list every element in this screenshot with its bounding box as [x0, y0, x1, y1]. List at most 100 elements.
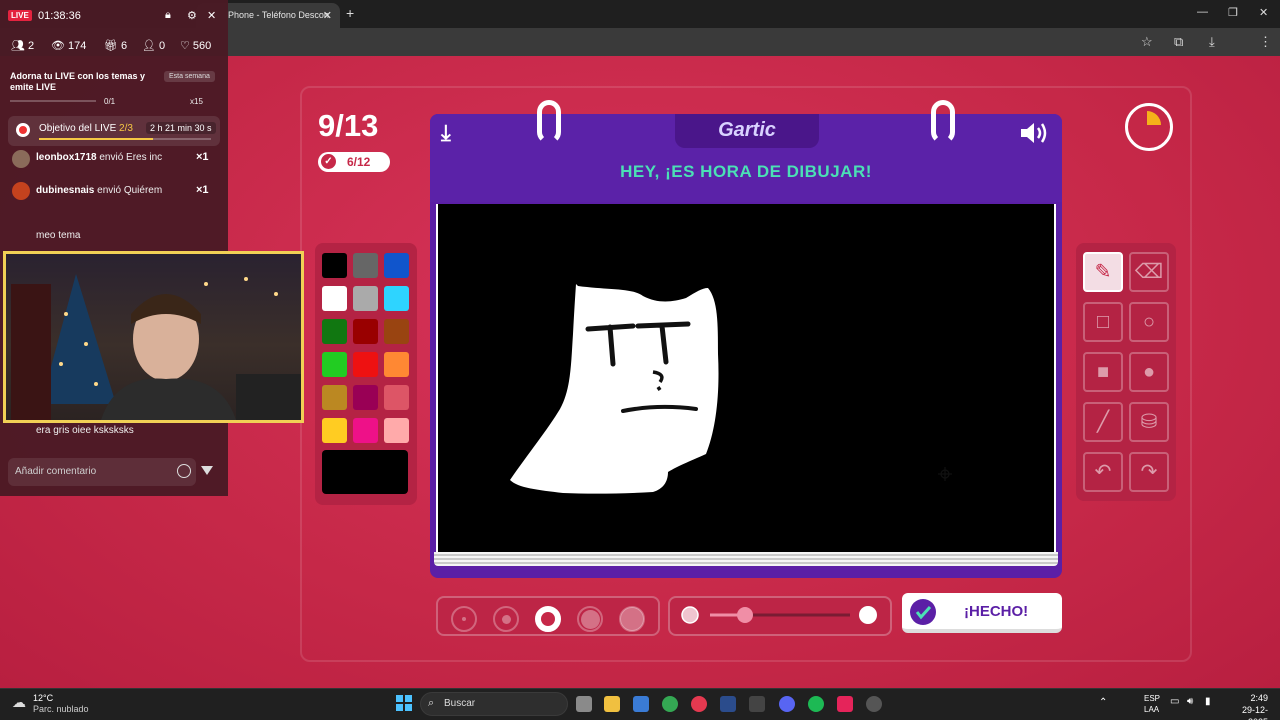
- done-button[interactable]: ¡HECHO!: [902, 593, 1062, 633]
- clock-date: 29-12-2025: [1241, 705, 1268, 720]
- done-label: ¡HECHO!: [964, 603, 1029, 620]
- webcam-feed: [3, 251, 304, 423]
- brush-size-option[interactable]: [577, 606, 603, 632]
- chrome-icon[interactable]: [662, 696, 678, 712]
- menu-icon[interactable]: ⋮: [1259, 34, 1272, 50]
- promo-progress-bar: [10, 100, 96, 102]
- promo-tag[interactable]: Esta semana: [164, 71, 215, 82]
- goal-time: 2 h 21 min 30 s: [146, 122, 216, 134]
- color-swatch[interactable]: [384, 352, 409, 377]
- chat-message: meo tema: [36, 230, 81, 241]
- store-icon[interactable]: [633, 696, 649, 712]
- lang-1[interactable]: ESP: [1144, 694, 1160, 703]
- color-swatch[interactable]: [322, 385, 347, 410]
- color-swatch[interactable]: [353, 418, 378, 443]
- color-swatch[interactable]: [384, 385, 409, 410]
- square-outline-icon[interactable]: □: [1083, 302, 1123, 342]
- opacity-slider[interactable]: [668, 596, 892, 636]
- like-count: 560: [192, 40, 212, 52]
- close-overlay-icon[interactable]: ✕: [207, 9, 216, 22]
- notebook-pages: [434, 552, 1058, 566]
- minimize-icon[interactable]: —: [1197, 6, 1208, 18]
- color-swatch[interactable]: [322, 352, 347, 377]
- color-swatch[interactable]: [322, 286, 347, 311]
- brush-dot: [580, 609, 600, 629]
- emoji-icon[interactable]: [177, 464, 191, 478]
- circle-outline-icon[interactable]: ○: [1129, 302, 1169, 342]
- fill-bucket-icon[interactable]: ⛁: [1129, 402, 1169, 442]
- network-icon[interactable]: ▭: [1170, 696, 1179, 707]
- settings-icon[interactable]: ⚙: [187, 9, 197, 22]
- stat-viewers: 👁︎ 174: [51, 40, 87, 52]
- color-swatch[interactable]: [322, 319, 347, 344]
- tray-chevron-icon[interactable]: ⌃: [1099, 697, 1107, 708]
- volume-icon[interactable]: [1019, 120, 1051, 146]
- stat-people: 👥︎ 2: [11, 40, 35, 52]
- brush-dot: [462, 617, 466, 621]
- maximize-icon[interactable]: ❐: [1228, 6, 1238, 19]
- taskbar-search[interactable]: [420, 692, 568, 716]
- close-window-icon[interactable]: ✕: [1259, 6, 1268, 19]
- comment-input[interactable]: Añadir comentario: [8, 458, 196, 486]
- download-drawing-icon[interactable]: ⤓: [441, 120, 451, 146]
- brush-size-option[interactable]: [535, 606, 561, 632]
- color-swatch[interactable]: [353, 319, 378, 344]
- color-swatch[interactable]: [384, 319, 409, 344]
- square-filled-icon[interactable]: ■: [1083, 352, 1123, 392]
- color-swatch[interactable]: [353, 385, 378, 410]
- speaker-icon[interactable]: 🔊︎: [1187, 696, 1193, 707]
- eraser-icon[interactable]: ⌫: [1129, 252, 1169, 292]
- circle-filled-icon[interactable]: ●: [1129, 352, 1169, 392]
- brush-size-option[interactable]: [451, 606, 477, 632]
- new-tab-icon[interactable]: +: [346, 5, 354, 21]
- chat-user: leonbox1718: [36, 152, 97, 163]
- chat-message: dubinesnais envió Quiérem: [36, 185, 162, 196]
- color-swatch[interactable]: [322, 418, 347, 443]
- brush-size-option[interactable]: [493, 606, 519, 632]
- color-swatch[interactable]: [384, 418, 409, 443]
- weather-icon: ☁: [12, 694, 26, 710]
- weather-desc: Parc. nublado: [33, 704, 89, 714]
- redo-icon[interactable]: ↷: [1129, 452, 1169, 492]
- file-explorer-icon[interactable]: [604, 696, 620, 712]
- app-icon[interactable]: [691, 696, 707, 712]
- bookmark-star-icon[interactable]: ☆: [1141, 34, 1153, 50]
- chat-message: leonbox1718 envió Eres inc: [36, 152, 162, 163]
- line-icon[interactable]: ╱: [1083, 402, 1123, 442]
- spotify-icon[interactable]: [808, 696, 824, 712]
- chat-text: envió Eres inc: [96, 152, 163, 163]
- lock-icon[interactable]: 🔒︎: [165, 9, 171, 22]
- pencil-icon[interactable]: ✎: [1083, 252, 1123, 292]
- brush-size-option[interactable]: [619, 606, 645, 632]
- download-icon[interactable]: ⤓: [1209, 34, 1215, 50]
- chat-message: era gris oiee ksksksks: [36, 425, 134, 436]
- app-icon[interactable]: [866, 696, 882, 712]
- color-swatch[interactable]: [384, 286, 409, 311]
- undo-icon[interactable]: ↶: [1083, 452, 1123, 492]
- extensions-icon[interactable]: ⧉: [1174, 34, 1183, 50]
- promo-progress: 0/1: [104, 97, 116, 106]
- color-swatch[interactable]: [353, 286, 378, 311]
- color-swatch[interactable]: [353, 352, 378, 377]
- clock[interactable]: 2:49 29-12-2025: [1222, 692, 1268, 720]
- discord-icon[interactable]: [779, 696, 795, 712]
- color-swatch[interactable]: [353, 253, 378, 278]
- color-swatch[interactable]: [384, 253, 409, 278]
- battery-icon[interactable]: ▮: [1205, 696, 1211, 707]
- audio-app-icon[interactable]: [720, 696, 736, 712]
- goal-label-text: Objetivo del LIVE: [39, 123, 120, 134]
- start-icon[interactable]: [396, 695, 412, 711]
- avatar: [12, 182, 30, 200]
- tiktok-icon[interactable]: [837, 696, 853, 712]
- filter-icon[interactable]: [201, 466, 213, 475]
- goal-count: 2/3: [119, 123, 133, 134]
- lang-2[interactable]: LAA: [1144, 705, 1159, 714]
- drawing-canvas[interactable]: [436, 204, 1056, 552]
- color-swatch[interactable]: [322, 253, 347, 278]
- checkmark-icon: [910, 599, 936, 625]
- round-counter: 9/13: [318, 108, 379, 143]
- task-view-icon[interactable]: [576, 696, 592, 712]
- tab-close-icon[interactable]: ✕: [323, 9, 332, 22]
- search-icon: ⌕: [428, 697, 435, 709]
- app-icon[interactable]: [749, 696, 765, 712]
